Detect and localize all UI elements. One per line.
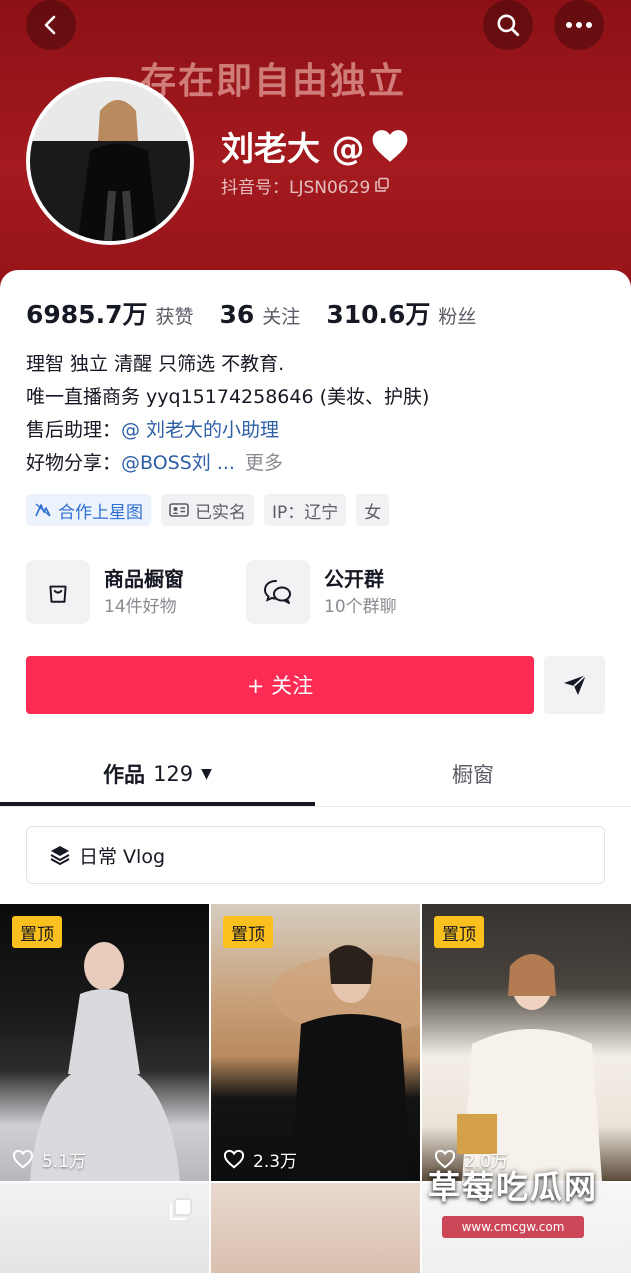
banner-slogan: 存在即自由独立 [140,60,407,102]
public-group-title: 公开群 [324,567,384,591]
bio-line: 好物分享：@BOSS刘 ... 更多 [26,447,606,480]
chevron-left-icon [44,15,56,35]
shop-window-title: 商品橱窗 [104,567,184,591]
xingtu-tag-label: 合作上星图 [58,502,143,523]
pinned-badge: 置顶 [434,916,484,948]
search-icon [497,14,520,37]
ip-tag-label: IP：辽宁 [272,502,339,523]
shop-icon-box [26,560,90,624]
public-group-entry[interactable]: 公开群 10个群聊 [246,558,397,626]
bio-prefix: 好物分享： [26,452,122,474]
shopping-bag-icon [49,585,67,603]
pinned-badge: 置顶 [12,916,62,948]
assistant-link[interactable]: @ 刘老大的小助理 [121,419,279,441]
tab-shop-window-label: 橱窗 [452,763,494,787]
caret-down-icon: ▼ [201,766,212,782]
video-likes-count: 2.3万 [253,1151,298,1172]
following-count[interactable]: 36 [220,300,255,329]
profile-card: 6985.7万 获赞 36 关注 310.6万 粉丝 理智 独立 清醒 只筛选 … [0,270,631,1280]
shop-window-entry[interactable]: 商品橱窗 14件好物 [26,558,184,626]
shop-window-subtitle: 14件好物 [104,597,177,617]
collection-label: 日常 Vlog [79,845,166,868]
tab-works-count: 129 [153,762,194,786]
avatar[interactable] [26,77,194,245]
follow-button[interactable]: + 关注 [26,656,534,714]
bio-line: 理智 独立 清醒 只筛选 不教育. [26,353,285,375]
white-heart-icon [372,130,407,162]
heart-outline-icon [12,1149,34,1169]
followers-count[interactable]: 310.6万 [326,295,430,331]
search-button[interactable] [483,0,533,50]
likes-label: 获赞 [155,306,194,328]
multi-image-icon [170,1198,192,1220]
id-card-icon [169,503,189,517]
public-group-subtitle: 10个群聊 [324,597,397,617]
likes-count[interactable]: 6985.7万 [26,295,147,331]
avatar-image [30,81,190,241]
nickname-text: 刘老大 @ [221,129,365,168]
followers-label: 粉丝 [438,306,477,328]
video-thumbnail[interactable] [0,1183,209,1273]
bio-prefix: 售后助理： [26,419,122,441]
shop-window-text: 商品橱窗 14件好物 [104,564,184,620]
share-button[interactable] [544,656,605,714]
entry-row: 商品橱窗 14件好物 公开群 10个群聊 [26,558,606,626]
video-thumbnail[interactable] [211,1183,420,1273]
gender-tag: 女 [356,494,390,526]
verified-tag-label: 已实名 [195,502,246,523]
douyin-id-text: 抖音号：LJSN0629 [221,177,371,198]
public-group-text: 公开群 10个群聊 [324,564,397,620]
video-thumbnail[interactable]: 置顶 2.0万 [422,904,631,1181]
verified-tag: 已实名 [161,494,254,526]
video-thumbnail[interactable]: 置顶 5.1万 [0,904,209,1181]
tab-shop-window[interactable]: 橱窗 [315,744,631,804]
video-likes: 5.1万 [12,1145,86,1173]
video-thumbnail[interactable]: 置顶 2.3万 [211,904,420,1181]
gender-tag-label: 女 [364,502,382,523]
group-icon-box [246,560,310,624]
layers-icon [50,846,70,865]
tag-row: 合作上星图 已实名 IP：辽宁 女 [26,494,390,526]
video-likes: 2.3万 [223,1145,297,1173]
profile-banner: 存在即自由独立 刘老大 @ 抖音号：LJSN0629 [0,0,631,300]
heart-outline-icon [223,1149,245,1169]
tab-works[interactable]: 作品 129 ▼ [0,744,315,804]
nickname: 刘老大 @ [221,122,409,170]
xingtu-tag[interactable]: 合作上星图 [26,494,151,526]
content-tabs: 作品 129 ▼ 橱窗 [0,744,631,807]
site-watermark: 草莓吃瓜网 www.cmcgw.com [395,1162,631,1280]
bio: 理智 独立 清醒 只筛选 不教育. 唯一直播商务 yyq15174258646 … [26,348,606,480]
copy-icon[interactable] [374,177,390,193]
stats-row: 6985.7万 获赞 36 关注 310.6万 粉丝 [26,295,502,331]
video-likes-count: 5.1万 [42,1151,87,1172]
bio-line: 唯一直播商务 yyq15174258646 (美妆、护肤) [26,386,430,408]
douyin-id[interactable]: 抖音号：LJSN0629 [221,172,390,198]
following-label: 关注 [262,306,301,328]
more-dots-icon [566,22,592,28]
boss-link[interactable]: @BOSS刘 ... [121,452,235,474]
tab-divider [0,806,631,807]
pinned-badge: 置顶 [223,916,273,948]
tab-works-label: 作品 [103,763,146,787]
star-map-icon [35,503,51,517]
paper-plane-icon [563,674,587,695]
bio-line: 售后助理：@ 刘老大的小助理 [26,414,606,447]
watermark-title: 草莓吃瓜网 [427,1168,598,1206]
collection-chip[interactable]: 日常 Vlog [26,826,605,884]
chat-bubbles-icon [263,580,291,604]
watermark-url: www.cmcgw.com [442,1216,584,1238]
back-button[interactable] [26,0,76,50]
ip-tag: IP：辽宁 [264,494,347,526]
more-button[interactable] [554,0,604,50]
bio-more-link[interactable]: 更多 [245,452,283,474]
